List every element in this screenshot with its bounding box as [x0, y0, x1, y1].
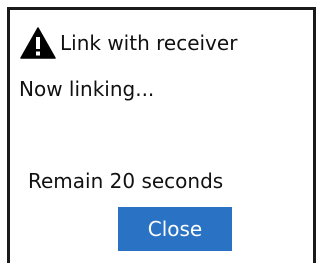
linking-status: Now linking... — [19, 77, 155, 101]
remaining-time: Remain 20 seconds — [28, 169, 224, 193]
dialog-title: Link with receiver — [60, 31, 238, 55]
dialog-title-row: Link with receiver — [20, 27, 237, 59]
close-button[interactable]: Close — [118, 207, 232, 251]
warning-icon — [20, 27, 56, 59]
link-dialog: Link with receiver Now linking... Remain… — [7, 7, 316, 263]
